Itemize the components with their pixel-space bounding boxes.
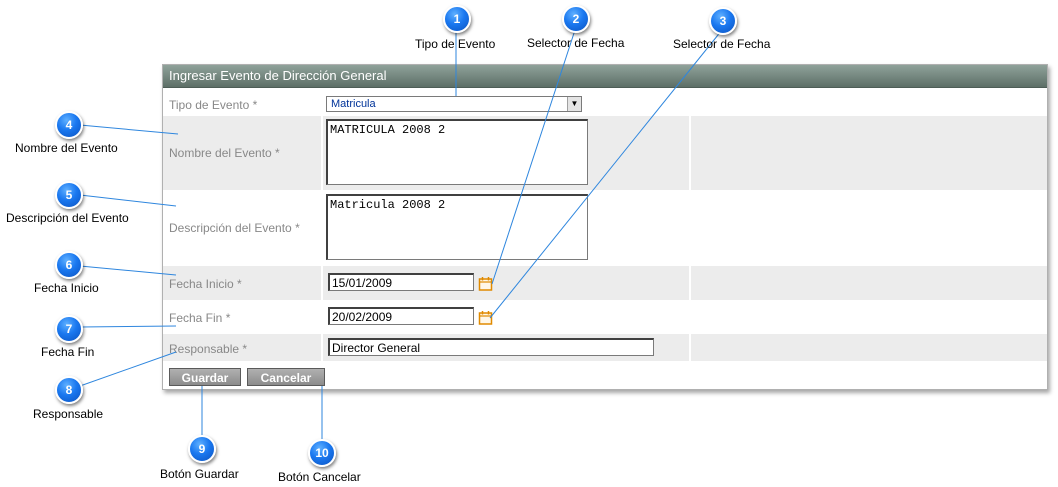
descripcion-evento-label: Descripción del Evento * — [169, 221, 300, 235]
callout-5-label: Descripción del Evento — [6, 211, 129, 225]
callout-3-badge: 3 — [709, 7, 737, 35]
row-fecha-inicio: Fecha Inicio * 15/01/2009 — [163, 266, 1047, 300]
nombre-evento-textarea[interactable]: MATRICULA 2008 2 — [326, 119, 588, 185]
fecha-fin-input[interactable]: 20/02/2009 — [328, 307, 474, 325]
callout-9-label: Botón Guardar — [160, 467, 239, 481]
row-responsable: Responsable * Director General — [163, 334, 1047, 361]
callout-8-badge: 8 — [55, 376, 83, 404]
descripcion-evento-textarea[interactable]: Matricula 2008 2 — [326, 194, 588, 260]
row-tipo-evento: Tipo de Evento * Matricula ▼ — [163, 94, 1047, 115]
calendar-icon[interactable] — [478, 276, 493, 291]
callout-8-label: Responsable — [33, 407, 104, 421]
callout-4-label: Nombre del Evento — [15, 141, 118, 155]
callout-2-badge: 2 — [562, 5, 590, 33]
callout-10-badge: 10 — [308, 439, 336, 467]
cancelar-button[interactable]: Cancelar — [247, 368, 325, 386]
tipo-evento-value: Matricula — [331, 98, 376, 110]
chevron-down-icon[interactable]: ▼ — [567, 97, 581, 111]
row-fecha-fin: Fecha Fin * 20/02/2009 — [163, 301, 1047, 333]
guardar-button[interactable]: Guardar — [169, 368, 241, 386]
responsable-label: Responsable * — [169, 342, 248, 356]
row-nombre-evento: Nombre del Evento * MATRICULA 2008 2 — [163, 116, 1047, 190]
callout-6-label: Fecha Inicio — [34, 281, 99, 295]
form-title: Ingresar Evento de Dirección General — [163, 65, 1047, 88]
callout-7-badge: 7 — [55, 315, 83, 343]
callout-1-badge: 1 — [443, 5, 471, 33]
callout-10-label: Botón Cancelar — [278, 470, 361, 484]
callout-3-label: Selector de Fecha — [673, 37, 771, 51]
responsable-input[interactable]: Director General — [328, 338, 654, 356]
row-descripcion-evento: Descripción del Evento * Matricula 2008 … — [163, 191, 1047, 265]
callout-6-badge: 6 — [55, 251, 83, 279]
fecha-fin-label: Fecha Fin * — [169, 311, 231, 325]
tipo-evento-label: Tipo de Evento * — [169, 98, 258, 112]
callout-4-badge: 4 — [55, 111, 83, 139]
event-form-panel: Ingresar Evento de Dirección General Tip… — [162, 64, 1048, 390]
nombre-evento-label: Nombre del Evento * — [169, 146, 280, 160]
calendar-icon[interactable] — [478, 310, 493, 325]
tipo-evento-select[interactable]: Matricula ▼ — [326, 96, 582, 112]
callout-2-label: Selector de Fecha — [527, 36, 625, 50]
callout-1-label: Tipo de Evento — [415, 37, 496, 51]
fecha-inicio-input[interactable]: 15/01/2009 — [328, 273, 474, 291]
callout-5-badge: 5 — [55, 181, 83, 209]
fecha-inicio-label: Fecha Inicio * — [169, 277, 242, 291]
callout-7-label: Fecha Fin — [41, 345, 95, 359]
callout-9-badge: 9 — [188, 435, 216, 463]
